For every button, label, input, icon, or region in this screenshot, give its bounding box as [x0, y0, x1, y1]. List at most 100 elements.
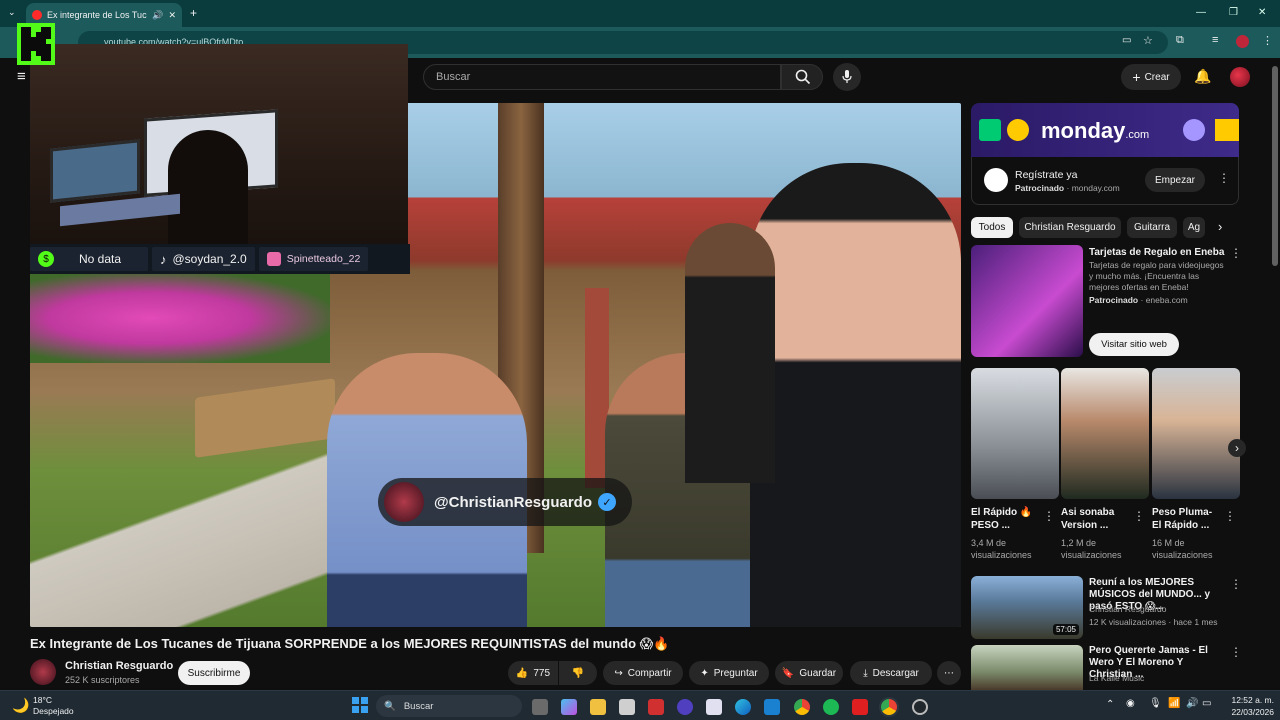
short-thumbnail[interactable] [1152, 368, 1240, 499]
tray-app-icon[interactable]: ◉ [1126, 698, 1135, 709]
subscribe-button[interactable]: Suscribirme [178, 661, 250, 685]
browser-tab-bar: ⌄ Ex integrante de Los Tucanes 🔊 ✕ + — ❐… [0, 0, 1280, 27]
weather-desc: Despejado [33, 706, 74, 716]
microphone-icon[interactable]: 🎙 [1149, 698, 1162, 709]
chip-guitar[interactable]: Guitarra [1127, 217, 1177, 238]
chip-all[interactable]: Todos [971, 217, 1013, 238]
watermark-handle: @ChristianResguardo [434, 493, 592, 511]
task-view-icon[interactable] [532, 699, 548, 715]
bookmark-icon: 🔖 [781, 667, 795, 679]
ad-start-button[interactable]: Empezar [1145, 168, 1205, 192]
short-title[interactable]: Asi sonaba Version ... [1061, 506, 1131, 532]
chrome-active-icon[interactable] [881, 699, 897, 715]
create-button[interactable]: + Crear [1121, 64, 1181, 90]
wifi-icon[interactable]: 📶 [1168, 698, 1180, 709]
channel-name[interactable]: Christian Resguardo [65, 660, 173, 672]
channel-avatar[interactable] [30, 659, 56, 685]
short-thumbnail[interactable] [971, 368, 1059, 499]
short-more-icon[interactable]: ⋮ [1133, 509, 1145, 523]
related-video-more-icon[interactable]: ⋮ [1230, 577, 1242, 591]
related-video-thumbnail[interactable] [971, 645, 1083, 690]
ad-more-icon[interactable]: ⋮ [1218, 171, 1230, 185]
chip-channel[interactable]: Christian Resguardo [1019, 217, 1121, 238]
ask-button[interactable]: ✦ Preguntar [689, 661, 769, 685]
edge-icon[interactable] [735, 699, 751, 715]
search-icon: 🔍 [384, 700, 396, 712]
save-button[interactable]: 🔖 Guardar [775, 661, 843, 685]
hamburger-menu-icon[interactable]: ≡ [17, 68, 26, 85]
share-button[interactable]: ↪ Compartir [603, 661, 683, 685]
ad2-visit-button[interactable]: Visitar sitio web [1089, 333, 1179, 356]
new-tab-icon[interactable]: + [190, 6, 197, 20]
ad2-more-icon[interactable]: ⋮ [1230, 246, 1242, 260]
cast-icon[interactable]: ▭ [1122, 35, 1131, 46]
tab-close-icon[interactable]: ✕ [168, 10, 176, 21]
heart-icon [1007, 119, 1029, 141]
subscriber-count: 252 K suscriptores [65, 675, 140, 685]
chips-next-icon[interactable]: › [1218, 219, 1222, 234]
maximize-icon[interactable]: ❐ [1229, 7, 1238, 18]
shorts-next-icon[interactable]: › [1228, 439, 1246, 457]
obs-icon[interactable] [912, 699, 928, 715]
app-shield-icon[interactable] [648, 699, 664, 715]
search-button[interactable] [781, 64, 823, 90]
more-horizontal-icon: ⋯ [944, 667, 954, 679]
windows-start-icon[interactable] [352, 697, 368, 713]
tab-audio-icon[interactable]: 🔊 [152, 10, 163, 21]
download-button[interactable]: ⤓ Descargar [850, 661, 932, 685]
battery-icon[interactable]: ▭ [1202, 698, 1211, 709]
ad2-title[interactable]: Tarjetas de Regalo en Eneba [1089, 247, 1229, 259]
related-video-more-icon[interactable]: ⋮ [1230, 645, 1242, 659]
extensions-icon[interactable]: ⧉ [1176, 34, 1184, 47]
mail-icon[interactable] [764, 699, 780, 715]
profile-avatar-icon[interactable] [1236, 35, 1249, 48]
bookmark-star-icon[interactable]: ☆ [1143, 34, 1153, 47]
minimize-icon[interactable]: — [1196, 7, 1206, 18]
page-scrollbar[interactable] [1270, 58, 1280, 688]
short-title[interactable]: El Rápido 🔥 PESO ... [971, 506, 1041, 532]
search-input[interactable]: Buscar [423, 64, 781, 90]
channel-watermark[interactable]: @ChristianResguardo ✓ [378, 478, 632, 526]
store-icon[interactable] [619, 699, 635, 715]
stream-donation-item: $ No data [30, 247, 148, 271]
app-circle-icon[interactable] [677, 699, 693, 715]
tab-search-icon[interactable]: ⌄ [8, 7, 16, 18]
file-explorer-icon[interactable] [590, 699, 606, 715]
chrome-icon[interactable] [794, 699, 810, 715]
dislike-button[interactable]: 👎 [559, 661, 597, 685]
app-red-icon[interactable] [852, 699, 868, 715]
account-avatar[interactable] [1230, 67, 1250, 87]
ad-info-monday[interactable]: Regístrate ya Patrocinado · monday.com E… [971, 157, 1239, 205]
short-more-icon[interactable]: ⋮ [1043, 509, 1055, 523]
taskbar-clock[interactable]: 12:52 a. m. 22/03/2026 [1218, 694, 1274, 718]
browser-menu-icon[interactable]: ⋮ [1262, 34, 1273, 47]
weather-temp: 18°C [33, 695, 52, 705]
related-video-channel[interactable]: Christian Resguardo [1089, 604, 1166, 615]
weather-moon-icon[interactable]: 🌙 [12, 697, 29, 714]
short-title[interactable]: Peso Pluma- El Rápido ... [1152, 506, 1222, 532]
notifications-bell-icon[interactable]: 🔔 [1194, 68, 1211, 85]
more-actions-button[interactable]: ⋯ [937, 661, 961, 685]
related-video-thumbnail[interactable]: 57:05 [971, 576, 1083, 639]
short-more-icon[interactable]: ⋮ [1224, 509, 1236, 523]
chip-more[interactable]: Ag [1183, 217, 1205, 238]
sparkle-icon: ✦ [700, 667, 709, 679]
app-settings-icon[interactable] [706, 699, 722, 715]
like-button[interactable]: 👍 775 [508, 661, 558, 685]
related-video-channel[interactable]: La Kalle Music [1089, 673, 1144, 684]
taskbar-search[interactable]: 🔍 Buscar [376, 695, 522, 717]
voice-search-button[interactable] [833, 63, 861, 91]
short-thumbnail[interactable] [1061, 368, 1149, 499]
tray-expand-icon[interactable]: ⌃ [1106, 699, 1114, 710]
window-close-icon[interactable]: ✕ [1258, 7, 1266, 18]
scrollbar-thumb[interactable] [1272, 66, 1278, 266]
short-views: 16 M de visualizaciones [1152, 538, 1213, 560]
scene-person-right [750, 163, 961, 627]
ad-thumbnail-eneba[interactable] [971, 245, 1083, 357]
ad-banner-monday[interactable]: monday.com [971, 103, 1239, 157]
reading-list-icon[interactable]: ≡ [1212, 34, 1218, 46]
spotify-icon[interactable] [823, 699, 839, 715]
copilot-icon[interactable] [561, 699, 577, 715]
volume-icon[interactable]: 🔊 [1186, 698, 1198, 709]
weather-widget[interactable]: 18°C Despejado [33, 695, 74, 717]
